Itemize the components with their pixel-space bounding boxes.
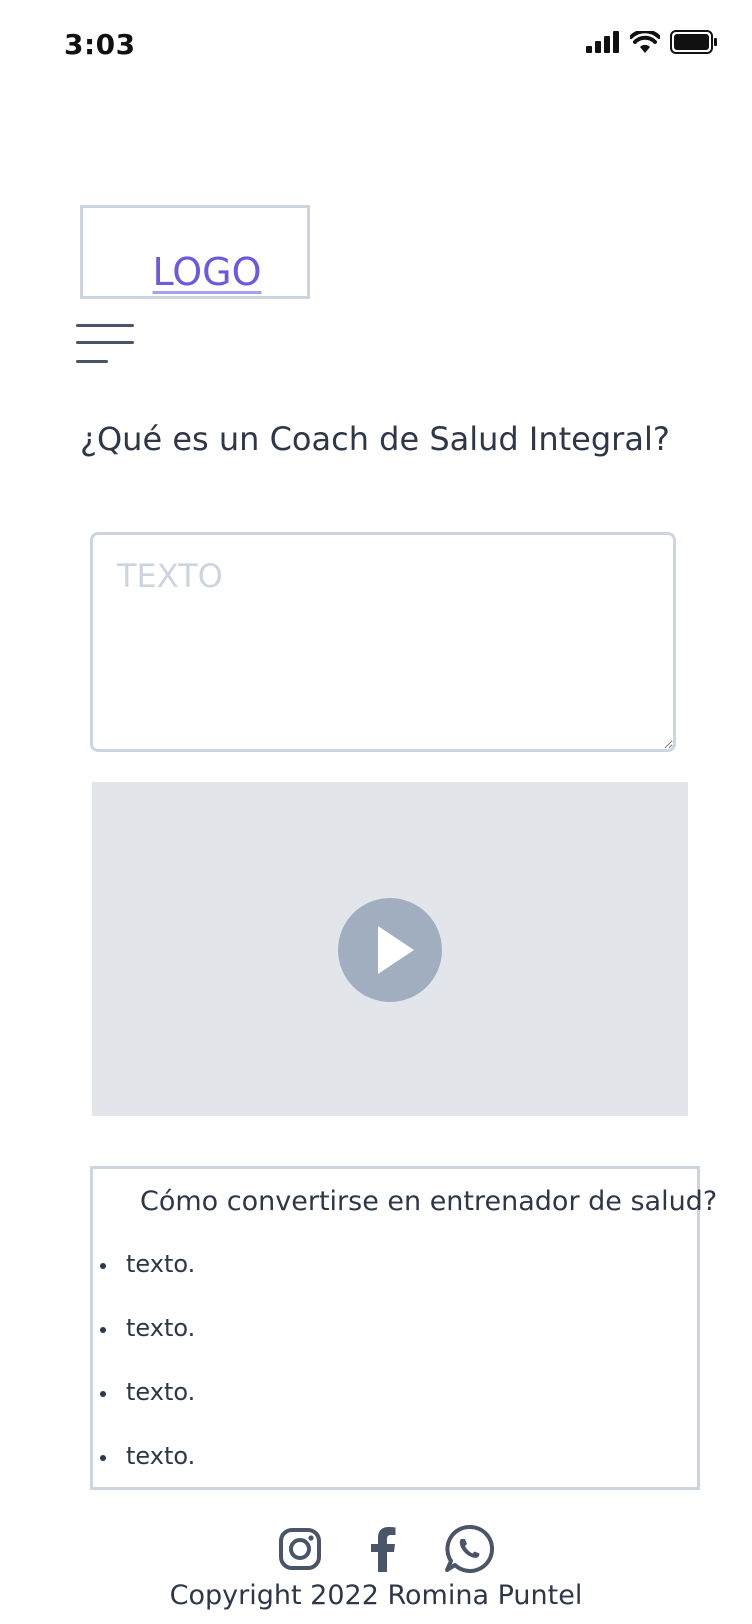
- text-area[interactable]: [90, 532, 676, 752]
- info-list: texto. texto. texto. texto.: [100, 1250, 195, 1506]
- status-time: 3:03: [64, 28, 136, 61]
- social-links: [278, 1524, 494, 1574]
- instagram-icon[interactable]: [278, 1527, 322, 1571]
- page-title: ¿Qué es un Coach de Salud Integral?: [80, 420, 670, 458]
- list-item: texto.: [100, 1442, 195, 1506]
- wifi-icon: [630, 31, 660, 53]
- facebook-icon[interactable]: [368, 1526, 398, 1572]
- status-icons: [586, 30, 718, 54]
- list-item: texto.: [100, 1250, 195, 1314]
- list-item: texto.: [100, 1314, 195, 1378]
- logo-link[interactable]: LOGO: [80, 250, 334, 294]
- info-title: Cómo convertirse en entrenador de salud?: [140, 1186, 718, 1217]
- hamburger-menu-icon[interactable]: [76, 324, 138, 366]
- play-icon[interactable]: [338, 898, 442, 1002]
- list-item: texto.: [100, 1378, 195, 1442]
- signal-icon: [586, 31, 619, 53]
- battery-icon: [670, 30, 717, 54]
- copyright: Copyright 2022 Romina Puntel: [169, 1580, 583, 1611]
- whatsapp-icon[interactable]: [444, 1524, 494, 1574]
